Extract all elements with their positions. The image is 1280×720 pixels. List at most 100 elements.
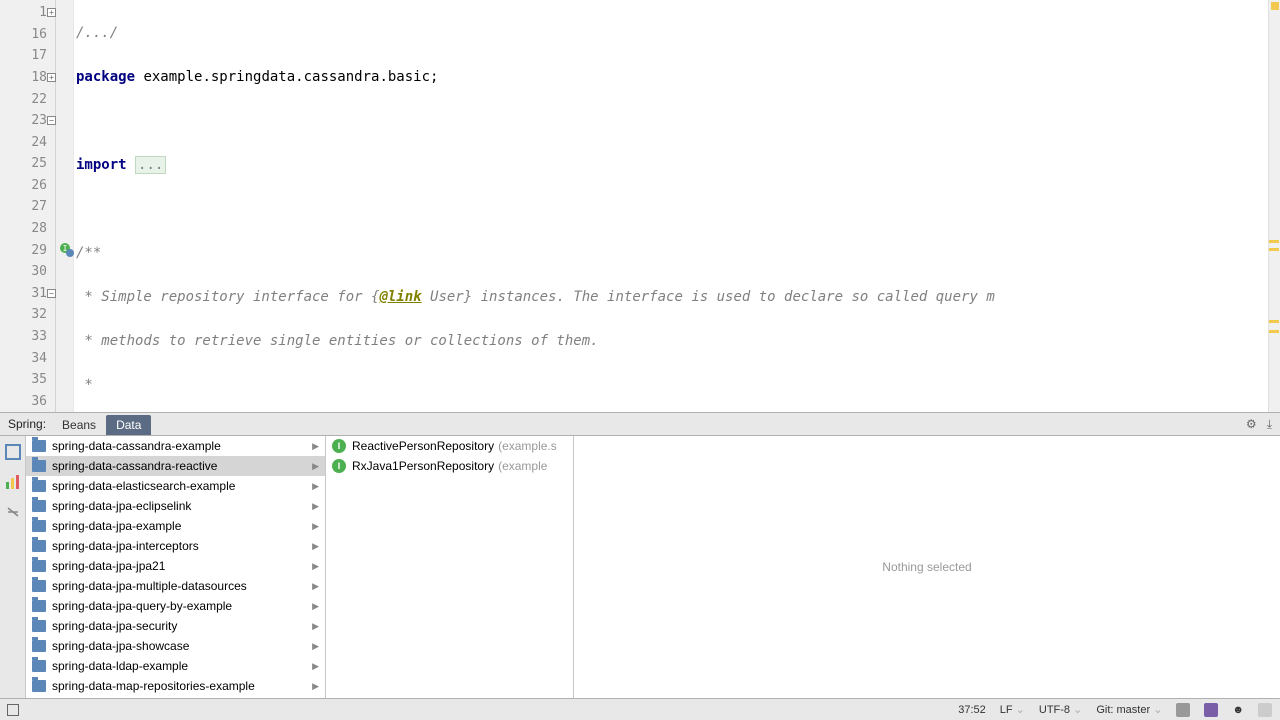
module-icon <box>32 520 46 532</box>
git-branch[interactable]: Git: master ⌄ <box>1096 703 1162 716</box>
notifications-icon[interactable] <box>1204 703 1218 717</box>
repository-list[interactable]: I ReactivePersonRepository (example.s IRxJa… <box>326 436 574 698</box>
module-label: spring-data-map-repositories-example <box>52 679 255 693</box>
fold-icon[interactable]: + <box>47 73 56 82</box>
warning-marker[interactable] <box>1269 248 1279 251</box>
module-item[interactable]: spring-data-ldap-example▶ <box>26 656 325 676</box>
repository-item[interactable]: IRxJava1PersonRepository(example <box>326 456 573 476</box>
module-label: spring-data-jpa-eclipselink <box>52 499 191 513</box>
module-item[interactable]: spring-data-cassandra-reactive ▶ <box>26 456 325 476</box>
repository-item[interactable]: I ReactivePersonRepository (example.s <box>326 436 573 456</box>
panel-toolbar <box>0 436 26 698</box>
interface-icon: I <box>332 439 346 453</box>
module-icon <box>32 620 46 632</box>
chevron-right-icon: ▶ <box>312 481 319 492</box>
file-encoding[interactable]: UTF-8 ⌄ <box>1039 703 1082 716</box>
line-number: 33 <box>0 326 55 348</box>
status-bar: 37:52 LF ⌄ UTF-8 ⌄ Git: master ⌄ ☻ <box>0 698 1280 720</box>
module-item[interactable]: spring-data-cassandra-example ▶ <box>26 436 325 456</box>
module-icon <box>32 680 46 692</box>
line-number: 25 <box>0 153 55 175</box>
module-item[interactable]: spring-data-jpa-showcase ▶ <box>26 636 325 656</box>
module-item[interactable]: spring-data-jpa-jpa21 ▶ <box>26 556 325 576</box>
module-icon <box>32 540 46 552</box>
module-item[interactable]: spring-data-jpa-security ▶ <box>26 616 325 636</box>
chevron-right-icon: ▶ <box>312 641 319 652</box>
line-number: 32 <box>0 304 55 326</box>
inspection-marker[interactable] <box>1271 2 1279 10</box>
panel-title: Spring: <box>0 417 52 431</box>
module-icon <box>32 560 46 572</box>
code-area[interactable]: /.../ package example.springdata.cassand… <box>74 0 1280 412</box>
module-label: spring-data-jpa-security <box>52 619 177 633</box>
module-icon <box>32 600 46 612</box>
link-icon[interactable] <box>5 504 21 520</box>
chevron-right-icon: ▶ <box>312 661 319 672</box>
warning-marker[interactable] <box>1269 320 1279 323</box>
lock-icon[interactable] <box>1176 703 1190 717</box>
chevron-right-icon: ▶ <box>312 561 319 572</box>
line-number: 24 <box>0 131 55 153</box>
line-number: 16 <box>0 24 55 46</box>
line-number: 31− <box>0 283 55 305</box>
detail-pane: Nothing selected <box>574 436 1280 698</box>
fold-icon[interactable]: − <box>47 289 56 298</box>
repo-package: (example.s <box>498 439 557 453</box>
module-label: spring-data-jpa-multiple-datasources <box>52 579 247 593</box>
module-label: spring-data-cassandra-example <box>52 439 221 453</box>
repo-name: ReactivePersonRepository <box>352 439 494 453</box>
module-item[interactable]: spring-data-jpa-query-by-example ▶ <box>26 596 325 616</box>
repo-package: (example <box>498 459 547 473</box>
module-item[interactable]: spring-data-jpa-interceptors▶ <box>26 536 325 556</box>
editor-scrollbar[interactable] <box>1268 0 1280 412</box>
module-icon <box>32 440 46 452</box>
line-separator[interactable]: LF ⌄ <box>1000 703 1025 716</box>
line-number: 35 <box>0 369 55 391</box>
chevron-right-icon: ▶ <box>312 461 319 472</box>
tab-data[interactable]: Data <box>106 415 151 435</box>
line-number: 36 <box>0 390 55 412</box>
tool-window-icon[interactable] <box>7 704 19 716</box>
tab-beans[interactable]: Beans <box>52 415 106 435</box>
gear-icon[interactable]: ⚙ <box>1246 417 1257 432</box>
memory-icon[interactable] <box>1258 703 1272 717</box>
chevron-right-icon: ▶ <box>312 441 319 452</box>
minimize-icon[interactable]: ⤓ <box>1267 417 1272 432</box>
warning-marker[interactable] <box>1269 240 1279 243</box>
chevron-right-icon: ▶ <box>312 621 319 632</box>
module-item[interactable]: spring-data-jpa-eclipselink▶ <box>26 496 325 516</box>
module-label: spring-data-cassandra-reactive <box>52 459 217 473</box>
module-item[interactable]: spring-data-map-repositories-example▶ <box>26 676 325 696</box>
module-item[interactable]: spring-data-jpa-multiple-datasources ▶ <box>26 576 325 596</box>
spring-panel-tabs: Spring: Beans Data ⚙ ⤓ <box>0 412 1280 436</box>
caret-position[interactable]: 37:52 <box>958 704 986 716</box>
spring-panel-body: spring-data-cassandra-example▶spring-dat… <box>0 436 1280 698</box>
view-mode-icon[interactable] <box>5 444 21 460</box>
module-item[interactable]: spring-data-elasticsearch-example ▶ <box>26 476 325 496</box>
chevron-right-icon: ▶ <box>312 581 319 592</box>
fold-icon[interactable]: + <box>47 8 56 17</box>
chevron-right-icon: ▶ <box>312 601 319 612</box>
line-number: 18+ <box>0 67 55 89</box>
marker-column <box>56 0 74 412</box>
module-icon <box>32 460 46 472</box>
module-item[interactable]: spring-data-jpa-example▶ <box>26 516 325 536</box>
line-number: 29 I <box>0 239 55 261</box>
interface-marker-icon[interactable]: I <box>59 242 75 258</box>
line-number: 17 <box>0 45 55 67</box>
module-label: spring-data-jpa-query-by-example <box>52 599 232 613</box>
inspector-icon[interactable]: ☻ <box>1232 704 1244 716</box>
module-label: spring-data-jpa-showcase <box>52 639 189 653</box>
warning-marker[interactable] <box>1269 330 1279 333</box>
line-number: 34 <box>0 347 55 369</box>
module-label: spring-data-elasticsearch-example <box>52 479 235 493</box>
chevron-right-icon: ▶ <box>312 521 319 532</box>
module-list[interactable]: spring-data-cassandra-example▶spring-dat… <box>26 436 326 698</box>
line-number: 26 <box>0 175 55 197</box>
fold-icon[interactable]: − <box>47 116 56 125</box>
module-icon <box>32 660 46 672</box>
module-label: spring-data-jpa-jpa21 <box>52 559 165 573</box>
chart-icon[interactable] <box>5 474 21 490</box>
module-icon <box>32 640 46 652</box>
module-icon <box>32 500 46 512</box>
